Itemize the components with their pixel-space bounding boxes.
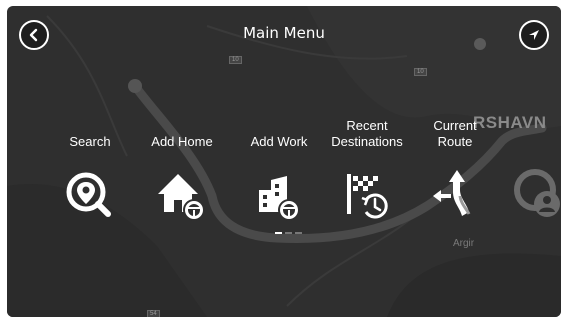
- menu-item-search[interactable]: Search: [44, 106, 136, 226]
- page-dot: [275, 232, 282, 234]
- menu-item-current-route[interactable]: Current Route: [409, 106, 501, 226]
- menu-item-label: Add Work: [250, 134, 308, 149]
- add-work-icon: [259, 176, 300, 221]
- page-dot: [285, 232, 292, 234]
- road-tag: 10: [229, 56, 242, 64]
- menu-item-label: Current Route: [433, 118, 477, 149]
- menu-item-add-home[interactable]: Add Home: [136, 106, 228, 226]
- current-route-icon: [433, 170, 471, 216]
- navigation-arrow-icon: [529, 30, 539, 40]
- add-home-icon: [158, 174, 205, 221]
- menu-item-label: Search: [69, 134, 111, 149]
- search-icon: [66, 172, 111, 217]
- road-tag: 10: [414, 68, 427, 76]
- map-place-label-small: Argir: [453, 238, 475, 249]
- my-places-icon[interactable]: [507, 164, 561, 224]
- menu-item-add-work[interactable]: Add Work: [233, 106, 325, 226]
- back-button[interactable]: [19, 20, 49, 50]
- recent-destinations-icon: [347, 174, 388, 219]
- page-dot: [295, 232, 302, 234]
- page-title: Main Menu: [243, 24, 325, 42]
- menu-item-recent-destinations[interactable]: Recent Destinations: [321, 106, 413, 226]
- menu-item-label: Recent Destinations: [331, 118, 403, 149]
- chevron-left-icon: [29, 28, 38, 42]
- map-screen: 10 10 54 RSHAVN Argir Main Menu Search A…: [7, 6, 561, 317]
- road-tag: 54: [147, 310, 160, 317]
- current-location-button[interactable]: [519, 20, 549, 50]
- menu-item-label: Add Home: [151, 134, 213, 149]
- page-indicator: [275, 232, 302, 234]
- route-start-marker: [128, 79, 142, 93]
